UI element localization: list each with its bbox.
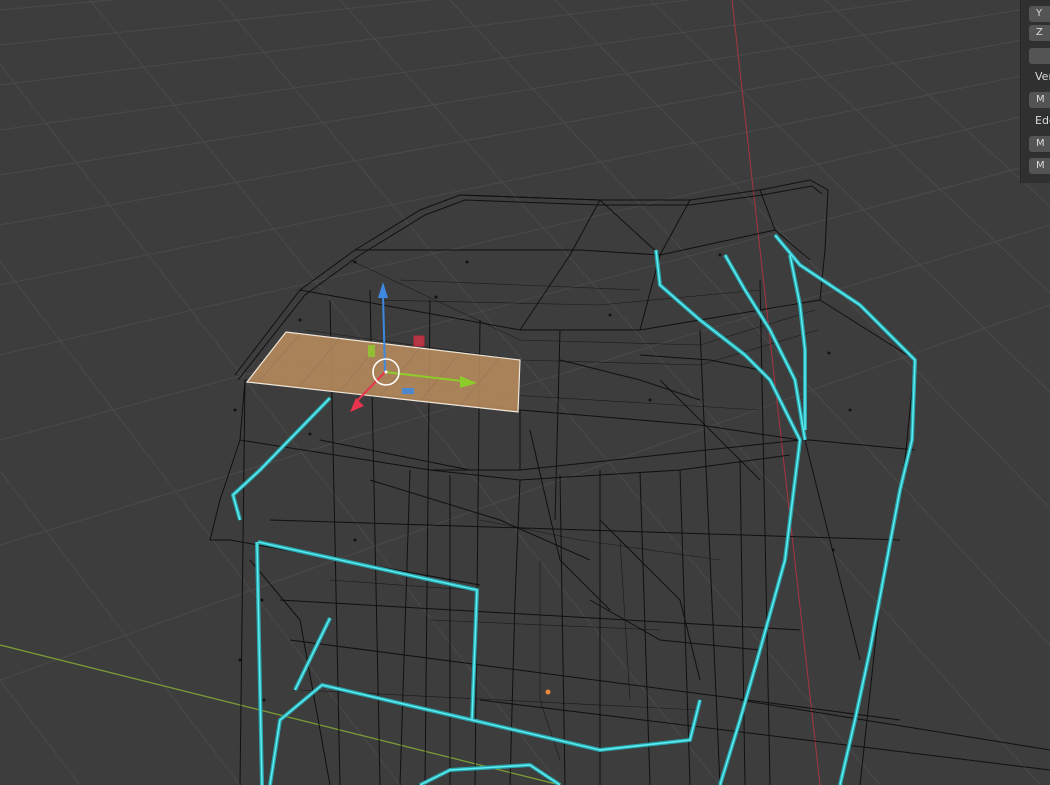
edge-section-label: Edg xyxy=(1035,114,1050,127)
gizmo-xz-plane[interactable] xyxy=(413,335,425,347)
edge-value-label-1: M xyxy=(1036,138,1045,149)
uv-seams xyxy=(231,233,917,785)
y-field[interactable]: Y xyxy=(1029,6,1050,22)
mesh-wireframe xyxy=(209,179,1050,785)
edge-value-button-1[interactable]: M xyxy=(1029,136,1050,152)
z-field[interactable]: Z xyxy=(1029,25,1050,41)
edge-value-label-2: M xyxy=(1036,160,1045,171)
y-field-label: Y xyxy=(1036,8,1043,19)
vertex-section-label: Ver xyxy=(1035,70,1050,83)
vertex-value-button[interactable]: M xyxy=(1029,92,1050,108)
gizmo-z-arrow[interactable] xyxy=(378,282,388,298)
sidebar-n-panel: Y Z Ver M Edg M M xyxy=(1020,0,1050,183)
mesh-vertices xyxy=(233,253,852,702)
empty-field[interactable] xyxy=(1029,48,1050,64)
gizmo-yz-plane[interactable] xyxy=(368,345,375,357)
z-field-label: Z xyxy=(1036,27,1043,38)
gizmo-x-arrow[interactable] xyxy=(350,398,364,412)
vertex-value-label: M xyxy=(1036,94,1045,105)
3d-viewport[interactable] xyxy=(0,0,1050,785)
floor-grid xyxy=(0,0,1050,785)
edge-value-button-2[interactable]: M xyxy=(1029,158,1050,174)
gizmo-xy-plane[interactable] xyxy=(402,388,414,394)
object-origin xyxy=(545,689,551,695)
